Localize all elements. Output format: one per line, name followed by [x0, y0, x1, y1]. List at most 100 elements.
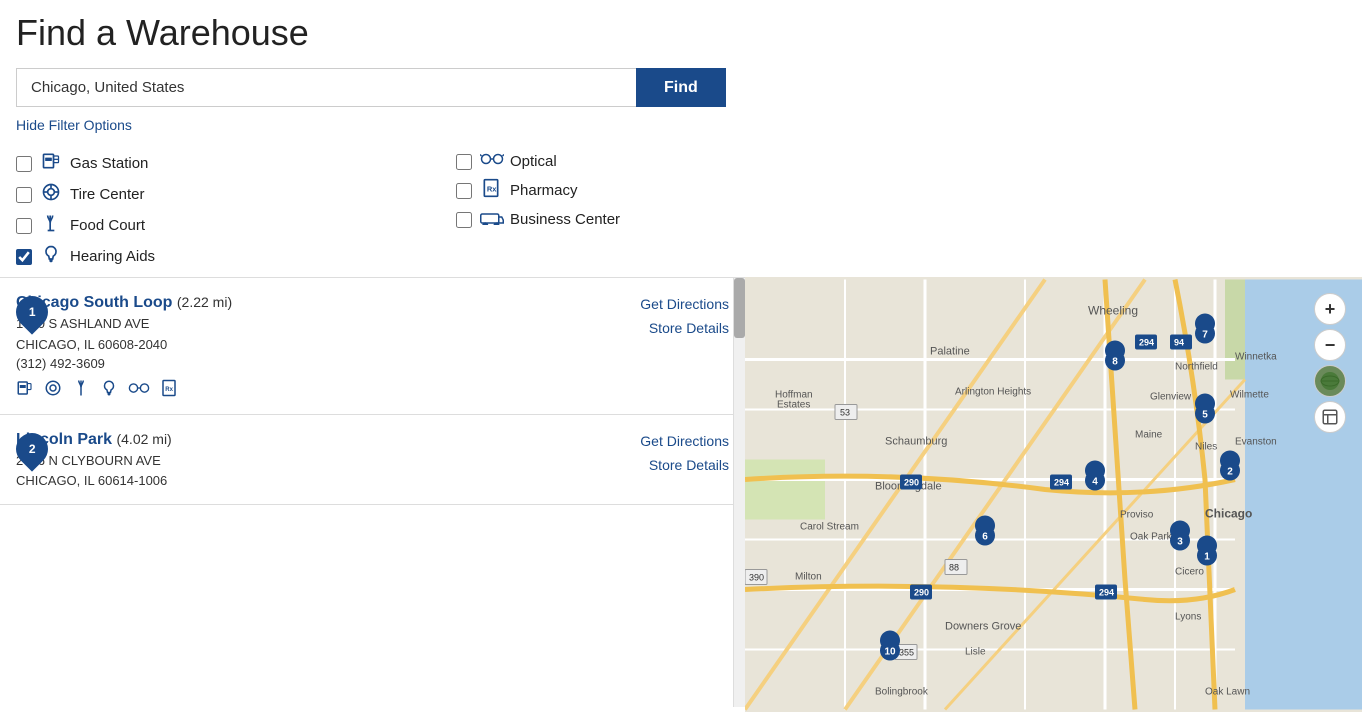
svg-text:Proviso: Proviso [1120, 510, 1154, 521]
svg-text:Lyons: Lyons [1175, 612, 1201, 623]
result-address-2: 2746 N CLYBOURN AVE CHICAGO, IL 60614-10… [16, 451, 597, 493]
satellite-view-button[interactable] [1314, 365, 1346, 397]
svg-text:Rx: Rx [487, 184, 497, 193]
result-info-1: Chicago South Loop (2.22 mi) 1430 S ASHL… [16, 294, 597, 402]
filter-checkbox-gas-station[interactable] [16, 156, 32, 172]
filter-item-gas-station: Gas Station [16, 151, 236, 176]
scrollbar-track[interactable] [733, 278, 745, 707]
filters-section: Gas Station Tire Center Food Court [16, 151, 1346, 269]
svg-text:Oak Park: Oak Park [1130, 532, 1173, 543]
optical-icon [480, 151, 502, 172]
pin-label-1: 1 [29, 305, 36, 319]
svg-text:Evanston: Evanston [1235, 437, 1277, 448]
svg-text:294: 294 [1099, 588, 1114, 598]
result-info-2: Lincoln Park (4.02 mi) 2746 N CLYBOURN A… [16, 431, 597, 493]
svg-text:Chicago: Chicago [1205, 507, 1252, 521]
result-item-1: 1 Chicago South Loop (2.22 mi) 1430 S AS… [0, 278, 745, 415]
tire-center-icon [40, 182, 62, 207]
svg-text:290: 290 [904, 478, 919, 488]
result-address-1: 1430 S ASHLAND AVE CHICAGO, IL 60608-204… [16, 314, 597, 356]
amenity-gas-icon [16, 379, 34, 402]
result-distance-2: (4.02 mi) [116, 431, 171, 447]
amenity-food-icon [72, 379, 90, 402]
amenity-pharmacy-icon: Rx [160, 379, 178, 402]
search-input[interactable] [16, 68, 636, 107]
pharmacy-icon: Rx [480, 178, 502, 203]
svg-text:Glenview: Glenview [1150, 392, 1192, 403]
svg-text:Winnetka: Winnetka [1235, 352, 1277, 363]
svg-text:3: 3 [1177, 537, 1183, 548]
filter-label-business-center[interactable]: Business Center [510, 211, 620, 228]
filter-item-business-center: Business Center [456, 209, 676, 230]
svg-text:Palatine: Palatine [930, 346, 970, 358]
store-details-2[interactable]: Store Details [649, 457, 729, 473]
search-row: Find [16, 68, 1346, 107]
svg-text:6: 6 [982, 532, 988, 543]
svg-text:Bolingbrook: Bolingbrook [875, 687, 929, 698]
scrollbar-thumb[interactable] [734, 278, 745, 338]
get-directions-2[interactable]: Get Directions [640, 433, 729, 449]
svg-text:94: 94 [1174, 338, 1184, 348]
svg-text:Oak Lawn: Oak Lawn [1205, 687, 1250, 698]
svg-text:390: 390 [749, 573, 764, 583]
map-svg: Wheeling Palatine Arlington Heights Nort… [745, 277, 1362, 712]
svg-text:Wheeling: Wheeling [1088, 304, 1138, 318]
filter-label-optical[interactable]: Optical [510, 153, 557, 170]
find-button[interactable]: Find [636, 68, 726, 107]
result-name-2: Lincoln Park (4.02 mi) [16, 431, 597, 449]
svg-text:88: 88 [949, 563, 959, 573]
filter-checkbox-food-court[interactable] [16, 218, 32, 234]
filter-label-hearing-aids[interactable]: Hearing Aids [70, 248, 155, 265]
svg-text:5: 5 [1202, 410, 1208, 421]
map-panel[interactable]: Wheeling Palatine Arlington Heights Nort… [745, 277, 1362, 712]
main-content: 1 Chicago South Loop (2.22 mi) 1430 S AS… [0, 277, 1362, 712]
amenity-tire-icon [44, 379, 62, 402]
map-controls: + − [1314, 293, 1346, 433]
zoom-out-button[interactable]: − [1314, 329, 1346, 361]
filter-col-left: Gas Station Tire Center Food Court [16, 151, 236, 269]
results-panel: 1 Chicago South Loop (2.22 mi) 1430 S AS… [0, 277, 745, 707]
amenity-hearing-icon [100, 379, 118, 402]
business-center-icon [480, 209, 502, 230]
filter-checkbox-pharmacy[interactable] [456, 183, 472, 199]
svg-text:Northfield: Northfield [1175, 362, 1218, 373]
svg-text:8: 8 [1112, 357, 1118, 368]
food-court-icon [40, 213, 62, 238]
svg-text:Cicero: Cicero [1175, 567, 1204, 578]
results-scroll[interactable]: 1 Chicago South Loop (2.22 mi) 1430 S AS… [0, 278, 745, 707]
hearing-aids-icon [40, 244, 62, 269]
svg-text:7: 7 [1202, 330, 1208, 341]
filter-item-pharmacy: Rx Pharmacy [456, 178, 676, 203]
svg-text:Rx: Rx [165, 387, 173, 393]
svg-text:Milton: Milton [795, 572, 822, 583]
result-actions-1: Get Directions Store Details [609, 294, 729, 402]
filter-label-food-court[interactable]: Food Court [70, 217, 145, 234]
get-directions-1[interactable]: Get Directions [640, 296, 729, 312]
svg-text:10: 10 [884, 647, 896, 658]
filter-checkbox-optical[interactable] [456, 154, 472, 170]
pin-label-2: 2 [29, 442, 36, 456]
svg-text:53: 53 [840, 408, 850, 418]
svg-text:294: 294 [1054, 478, 1069, 488]
svg-text:1: 1 [1204, 552, 1210, 563]
svg-text:Wilmette: Wilmette [1230, 390, 1269, 401]
map-info-button[interactable] [1314, 401, 1346, 433]
store-details-1[interactable]: Store Details [649, 320, 729, 336]
result-phone-1: (312) 492-3609 [16, 356, 597, 371]
page-title: Find a Warehouse [16, 12, 1346, 54]
filter-checkbox-hearing-aids[interactable] [16, 249, 32, 265]
hide-filter-link[interactable]: Hide Filter Options [16, 117, 132, 133]
result-name-1: Chicago South Loop (2.22 mi) [16, 294, 597, 312]
filter-label-pharmacy[interactable]: Pharmacy [510, 182, 578, 199]
svg-text:Maine: Maine [1135, 430, 1163, 441]
map-background: Wheeling Palatine Arlington Heights Nort… [745, 277, 1362, 712]
filter-label-gas-station[interactable]: Gas Station [70, 155, 148, 172]
filter-checkbox-tire-center[interactable] [16, 187, 32, 203]
filter-label-tire-center[interactable]: Tire Center [70, 186, 144, 203]
svg-text:355: 355 [899, 648, 914, 658]
svg-text:294: 294 [1139, 338, 1154, 348]
result-amenities-1: Rx [16, 379, 597, 402]
filter-checkbox-business-center[interactable] [456, 212, 472, 228]
svg-text:Arlington Heights: Arlington Heights [955, 387, 1031, 398]
zoom-in-button[interactable]: + [1314, 293, 1346, 325]
